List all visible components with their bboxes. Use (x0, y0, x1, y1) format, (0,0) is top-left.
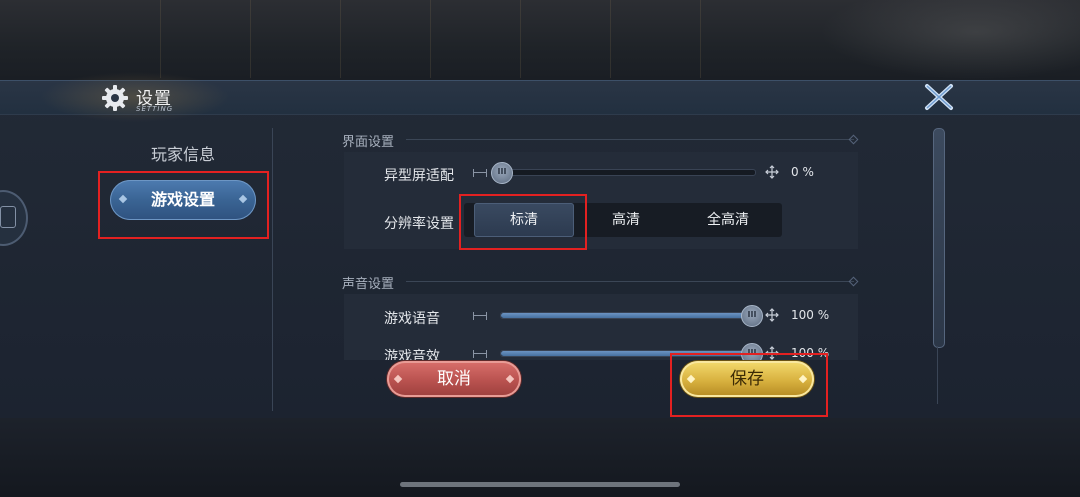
notch-adapt-label: 异型屏适配 (384, 168, 454, 184)
resolution-option-fhd[interactable]: 全高清 (678, 203, 778, 237)
section-title-interface: 界面设置 (342, 135, 395, 150)
slider-min-icon (473, 169, 487, 177)
notch-adapt-value: 0 % (791, 165, 814, 179)
scrollbar-track (937, 346, 938, 404)
page-subtitle: SETTING (136, 105, 174, 113)
background-scene (0, 0, 1080, 80)
highlight-box-save (670, 353, 828, 417)
resolution-option-hd[interactable]: 高清 (576, 203, 676, 237)
game-voice-slider-handle[interactable] (741, 305, 763, 327)
slider-min-icon (473, 350, 487, 358)
highlight-box-resolution (459, 194, 587, 250)
notch-adapt-slider[interactable] (492, 169, 756, 176)
cancel-button-label: 取消 (437, 369, 471, 389)
game-sfx-label: 游戏音效 (384, 349, 440, 360)
notch-adapt-slider-handle[interactable] (491, 162, 513, 184)
gear-icon (102, 85, 128, 111)
header-ornament (40, 72, 230, 122)
section-divider (406, 281, 854, 282)
scrollbar-thumb[interactable] (933, 128, 945, 348)
sidebar-item-player-info[interactable]: 玩家信息 (110, 141, 256, 165)
close-icon[interactable] (922, 82, 956, 112)
game-voice-slider[interactable] (500, 312, 762, 319)
game-voice-value: 100 % (791, 308, 830, 322)
section-title-sound: 声音设置 (342, 277, 395, 292)
home-indicator[interactable] (400, 482, 680, 487)
move-arrows-icon (765, 308, 779, 322)
highlight-box-sidebar (98, 171, 269, 239)
column-divider (272, 128, 273, 411)
slider-min-icon (473, 312, 487, 320)
section-divider (406, 139, 854, 140)
game-voice-label: 游戏语音 (384, 311, 440, 327)
resolution-label: 分辨率设置 (384, 216, 454, 232)
cancel-button[interactable]: 取消 (387, 361, 521, 397)
move-arrows-icon (765, 165, 779, 179)
